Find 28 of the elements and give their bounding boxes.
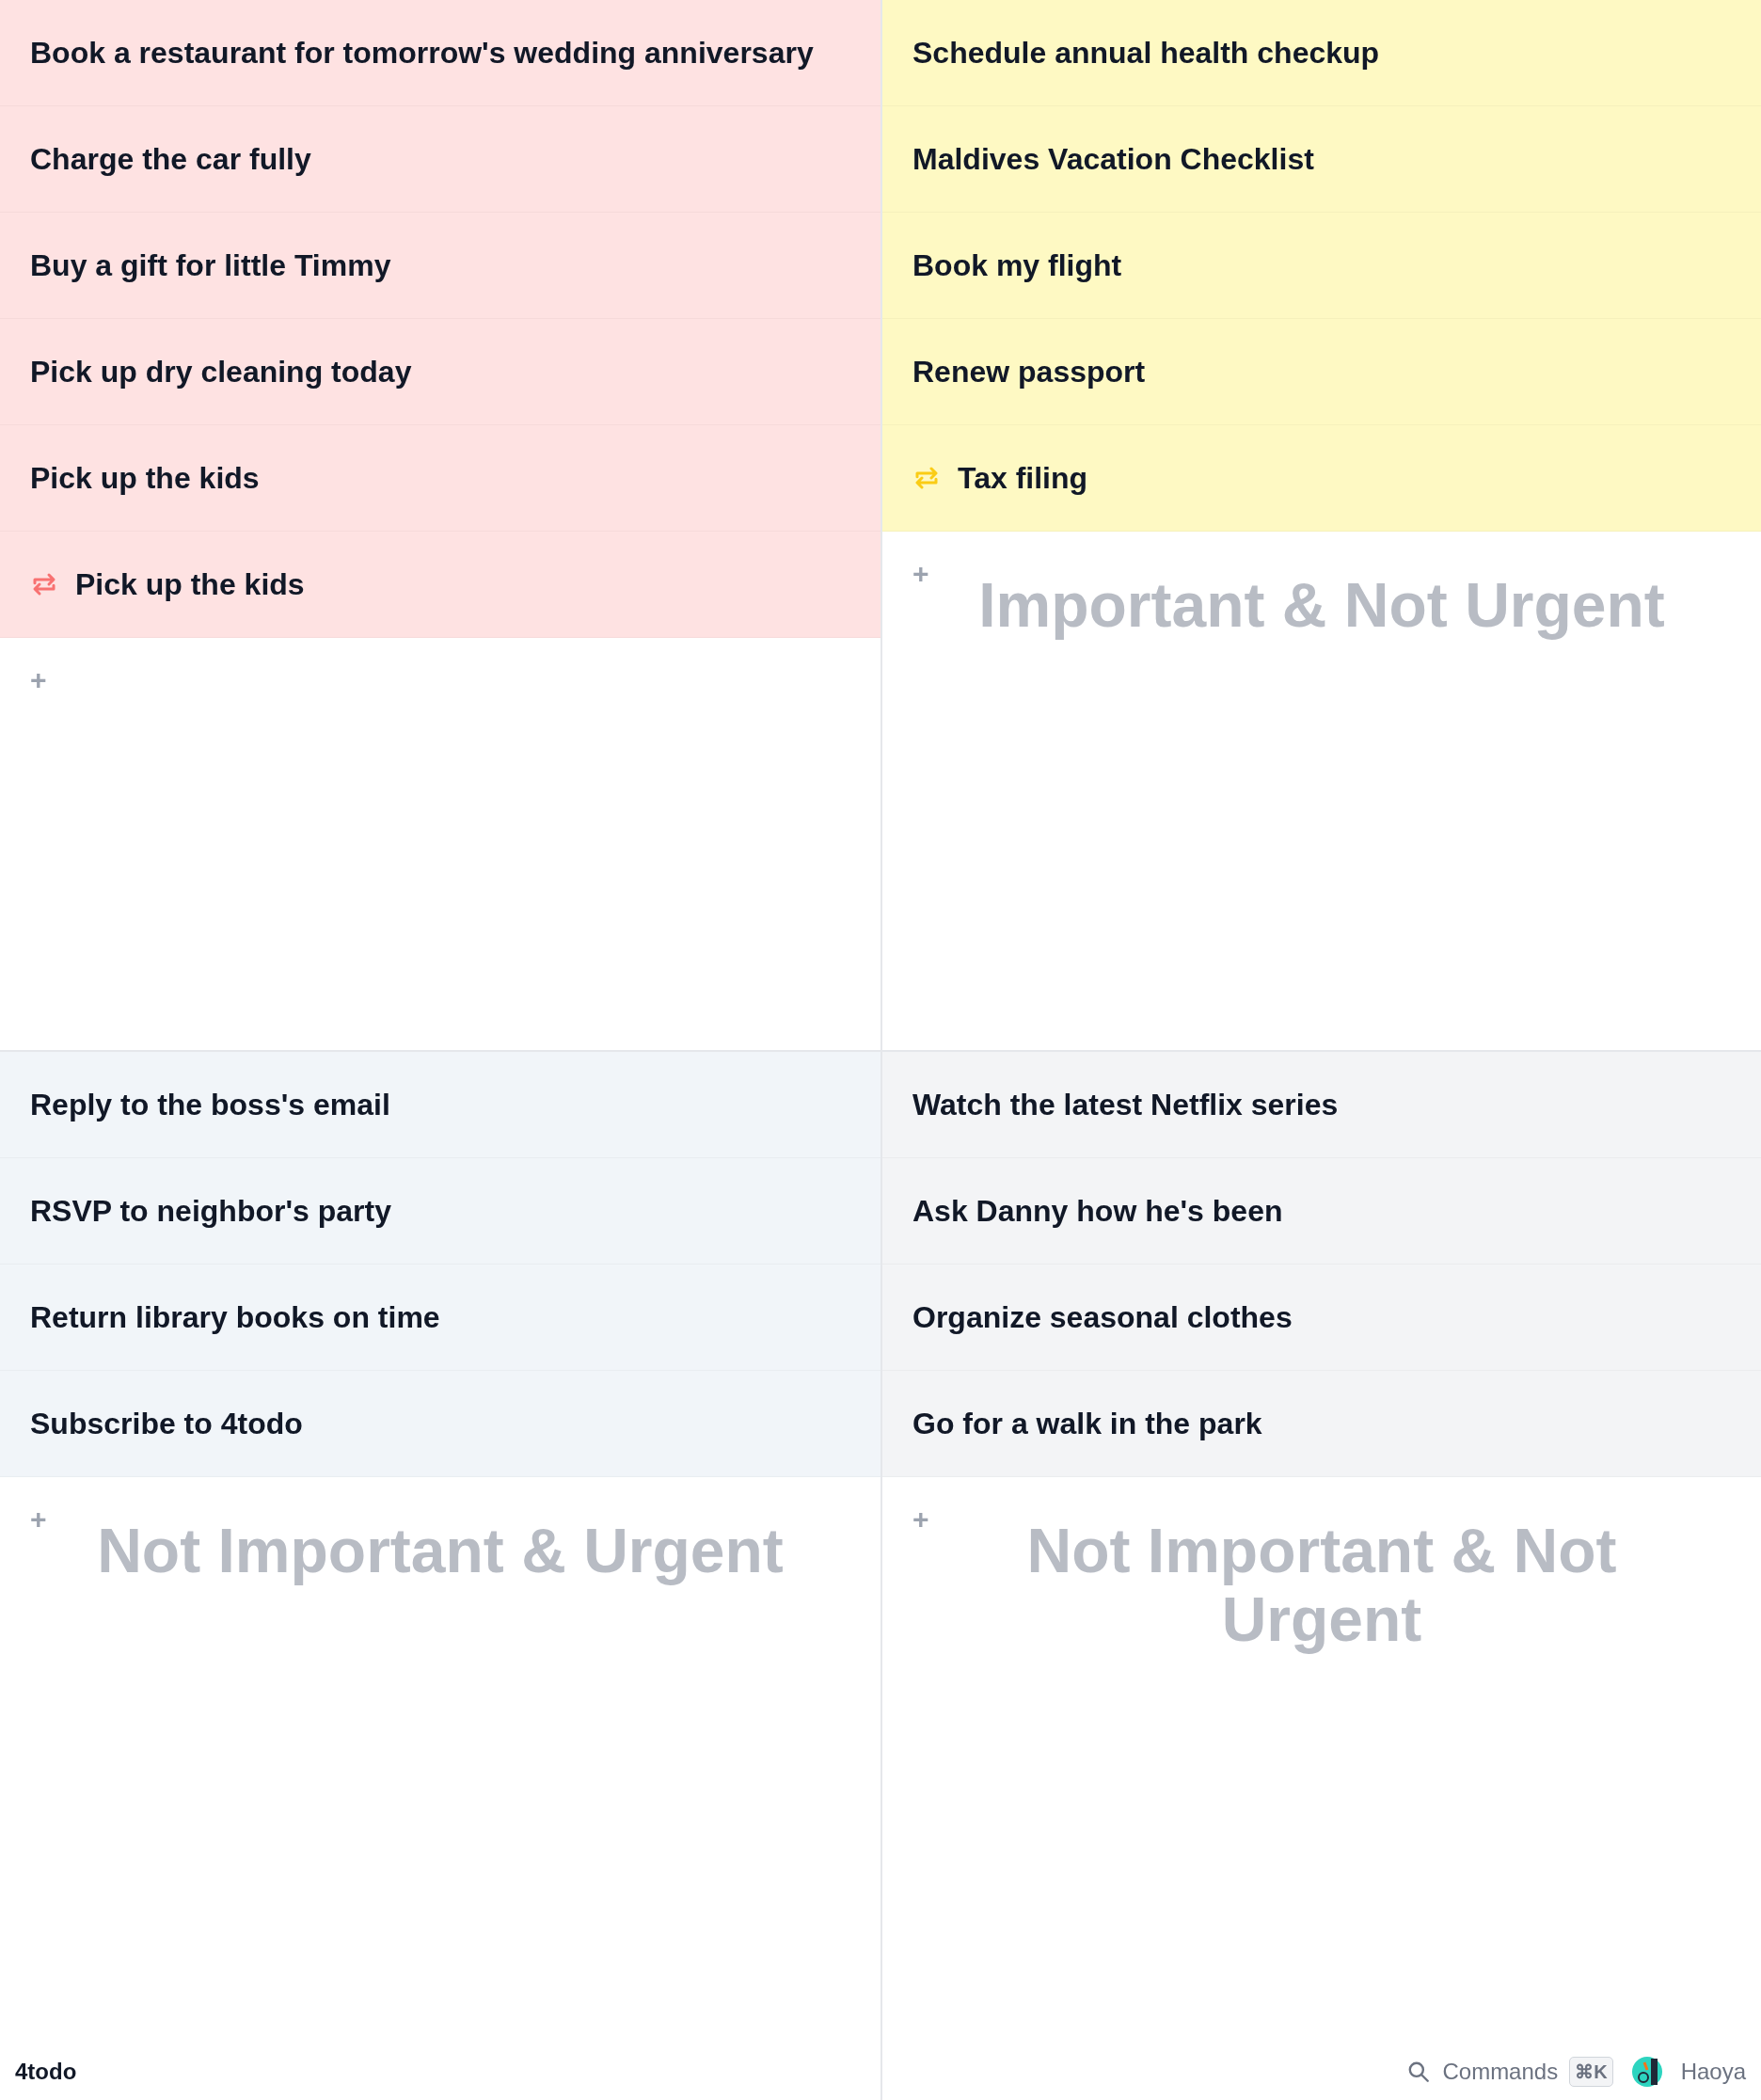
task-item[interactable]: RSVP to neighbor's party (0, 1158, 880, 1265)
task-item[interactable]: Pick up the kids (0, 425, 880, 532)
task-item[interactable]: Pick up the kids (0, 532, 880, 638)
quadrant-title: Important & Not Urgent (978, 571, 1665, 640)
task-item[interactable]: Return library books on time (0, 1265, 880, 1371)
task-item[interactable]: Reply to the boss's email (0, 1052, 880, 1158)
commands-link[interactable]: Commands (1442, 2059, 1559, 2085)
task-item[interactable]: Watch the latest Netflix series (882, 1052, 1761, 1158)
task-item[interactable]: Organize seasonal clothes (882, 1265, 1761, 1371)
task-item[interactable]: Ask Danny how he's been (882, 1158, 1761, 1265)
task-item[interactable]: Charge the car fully (0, 106, 880, 213)
task-item[interactable]: Tax filing (882, 425, 1761, 532)
task-item[interactable]: Maldives Vacation Checklist (882, 106, 1761, 213)
quadrant-title: Not Important & Not Urgent (1025, 1517, 1618, 1654)
task-item[interactable]: Buy a gift for little Timmy (0, 213, 880, 319)
user-name[interactable]: Haoya (1680, 2059, 1746, 2085)
quadrant-title: Not Important & Urgent (97, 1517, 784, 1585)
task-item[interactable]: Book a restaurant for tomorrow's wedding anniversary (0, 0, 880, 106)
task-item[interactable]: Subscribe to 4todo (0, 1371, 880, 1477)
task-item[interactable]: Renew passport (882, 319, 1761, 425)
task-item[interactable]: Book my flight (882, 213, 1761, 319)
task-item[interactable]: Pick up dry cleaning today (0, 319, 880, 425)
search-icon (1406, 2060, 1432, 2084)
avatar-icon[interactable] (1631, 2057, 1662, 2087)
app-logo[interactable]: 4todo (15, 2059, 77, 2085)
shortcut-key: ⌘K (1569, 2057, 1613, 2087)
task-item[interactable]: Schedule annual health checkup (882, 0, 1761, 106)
task-item[interactable]: Go for a walk in the park (882, 1371, 1761, 1477)
